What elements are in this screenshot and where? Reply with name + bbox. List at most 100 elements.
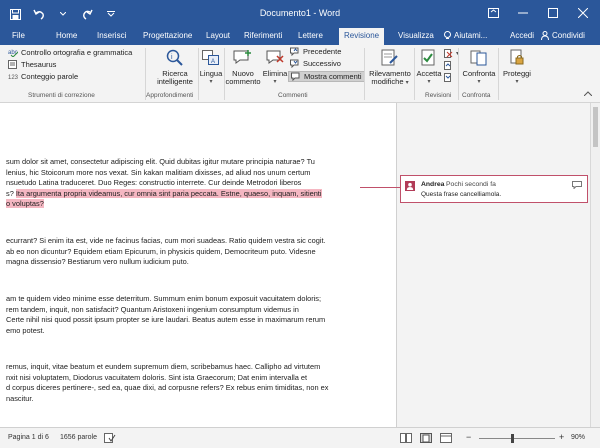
avatar xyxy=(405,181,415,191)
share-button[interactable]: Condividi xyxy=(541,31,585,40)
tab-review[interactable]: Revisione xyxy=(339,28,385,45)
tab-design[interactable]: Progettazione xyxy=(143,31,192,40)
comment-timestamp: Pochi secondi fa xyxy=(446,181,496,188)
tab-view[interactable]: Visualizza xyxy=(398,31,434,40)
accept-icon xyxy=(418,48,440,68)
tab-insert[interactable]: Inserisci xyxy=(97,31,126,40)
smart-lookup-label-2: intelligente xyxy=(157,77,193,86)
svg-text:123: 123 xyxy=(8,75,18,81)
person-icon xyxy=(541,31,549,40)
tab-mailings[interactable]: Lettere xyxy=(298,31,323,40)
comment-balloon[interactable]: Andrea Pochi secondi fa Questa frase can… xyxy=(400,175,588,203)
delete-comment-icon xyxy=(264,48,286,68)
title-bar: Documento1 - Word xyxy=(0,0,600,28)
text-line: ecurrant? Si enim ita est, vide ne facin… xyxy=(6,236,326,245)
maximize-icon[interactable] xyxy=(546,6,560,20)
next-comment-icon xyxy=(290,59,299,68)
reject-icon xyxy=(444,49,453,58)
comment-connector-line xyxy=(360,187,400,188)
track-changes-button[interactable]: Rilevamento modifiche ▾ xyxy=(366,48,414,87)
new-comment-button[interactable]: Nuovo commento xyxy=(226,48,261,86)
sign-in-link[interactable]: Accedi xyxy=(510,31,534,40)
thesaurus-label: Thesaurus xyxy=(21,60,57,69)
close-icon[interactable] xyxy=(576,6,590,20)
spelling-check-icon: abc xyxy=(8,50,18,57)
status-bar: Pagina 1 di 6 1656 parole − + 90% xyxy=(0,427,600,448)
paragraph-2[interactable]: ecurrant? Si enim ita est, vide ne facin… xyxy=(6,236,398,268)
group-separator xyxy=(498,48,499,100)
chevron-down-icon: ▾ xyxy=(427,79,431,85)
next-change-button[interactable] xyxy=(444,73,453,82)
chevron-down-icon: ▾ xyxy=(515,79,519,85)
page-indicator[interactable]: Pagina 1 di 6 xyxy=(8,434,49,441)
text-line: ab eo non dicuntur? Equidem etiam Epicur… xyxy=(6,246,316,256)
zoom-out-button[interactable]: − xyxy=(466,432,471,442)
previous-change-icon xyxy=(444,61,451,70)
next-change-icon xyxy=(444,73,451,82)
accept-label: Accetta xyxy=(416,69,442,78)
collapse-ribbon-button[interactable] xyxy=(584,91,592,96)
markup-pane xyxy=(396,103,590,427)
accept-button[interactable]: Accetta ▾ xyxy=(416,48,442,86)
tab-file[interactable]: File xyxy=(12,31,25,40)
text-line: o voluptas? xyxy=(6,199,398,210)
group-separator xyxy=(414,48,415,100)
word-count-button[interactable]: 123 Conteggio parole xyxy=(8,72,78,81)
compare-button[interactable]: Confronta ▾ xyxy=(460,48,498,86)
previous-change-button[interactable] xyxy=(444,61,453,70)
language-label: Lingua xyxy=(199,69,223,78)
paragraph-4[interactable]: remus, inquit, vitae beatum et eundem su… xyxy=(6,362,398,404)
smart-lookup-icon: i xyxy=(164,48,186,68)
tell-me-box[interactable]: Aiutami... xyxy=(444,31,487,40)
comment-text[interactable]: Questa frase cancelliamola. xyxy=(421,191,501,198)
next-comment-button[interactable]: Successivo xyxy=(290,59,341,68)
paragraph-3[interactable]: am te quidem video minime esse deterritu… xyxy=(6,294,398,336)
chevron-down-icon: ▾ xyxy=(477,79,481,85)
ribbon-display-options-icon[interactable] xyxy=(486,6,500,20)
group-separator xyxy=(364,48,365,100)
print-layout-icon[interactable] xyxy=(420,433,432,445)
protect-button[interactable]: Proteggi ▾ xyxy=(500,48,534,86)
new-comment-icon xyxy=(232,48,254,68)
tab-layout[interactable]: Layout xyxy=(206,31,230,40)
chevron-down-icon: ▾ xyxy=(273,79,277,85)
spelling-grammar-button[interactable]: abc Controllo ortografia e grammatica xyxy=(8,48,132,57)
smart-lookup-button[interactable]: i Ricerca intelligente xyxy=(153,48,197,86)
zoom-level[interactable]: 90% xyxy=(571,434,585,441)
track-changes-label-2: modifiche ▾ xyxy=(371,77,409,87)
commented-text[interactable]: o voluptas? xyxy=(6,199,44,208)
text-line: Certe nihil nisi quod possit ipsum propt… xyxy=(6,315,326,324)
word-count-label: Conteggio parole xyxy=(21,72,79,81)
lightbulb-icon xyxy=(444,31,451,39)
paragraph-1[interactable]: sum dolor sit amet, consectetur adipisci… xyxy=(6,157,398,210)
word-count-indicator[interactable]: 1656 parole xyxy=(60,434,97,441)
commented-text[interactable]: Ita argumenta propria videamus, cur omni… xyxy=(15,188,322,198)
text-line: emo potest. xyxy=(6,325,45,335)
scrollbar-thumb[interactable] xyxy=(593,107,598,147)
reply-icon[interactable] xyxy=(572,181,582,189)
web-layout-icon[interactable] xyxy=(440,433,452,445)
zoom-in-button[interactable]: + xyxy=(559,432,564,442)
chevron-down-icon: ▾ xyxy=(209,79,213,85)
tab-home[interactable]: Home xyxy=(56,31,77,40)
zoom-slider-thumb[interactable] xyxy=(511,434,515,443)
reject-button[interactable]: ▾ xyxy=(444,49,459,58)
previous-comment-button[interactable]: Precedente xyxy=(290,47,341,56)
show-comments-button[interactable]: Mostra commenti xyxy=(288,71,365,82)
svg-text:A: A xyxy=(211,59,215,65)
minimize-icon[interactable] xyxy=(516,6,530,20)
vertical-scrollbar[interactable] xyxy=(590,103,600,427)
document-area[interactable]: sum dolor sit amet, consectetur adipisci… xyxy=(0,103,590,427)
thesaurus-button[interactable]: Thesaurus xyxy=(8,60,56,69)
zoom-slider[interactable] xyxy=(479,438,555,439)
read-mode-icon[interactable] xyxy=(400,433,412,445)
show-comments-label: Mostra commenti xyxy=(304,72,362,81)
changes-group-label: Revisioni xyxy=(425,92,452,99)
tab-references[interactable]: Riferimenti xyxy=(244,31,282,40)
delete-comment-button[interactable]: Elimina ▾ xyxy=(261,48,289,86)
svg-text:i: i xyxy=(171,54,173,61)
text-line: nsuetudo Latina traduceret. Duo Reges: c… xyxy=(6,178,302,187)
proofing-status-icon[interactable] xyxy=(104,433,116,445)
delete-comment-label: Elimina xyxy=(262,69,288,78)
language-button[interactable]: A Lingua ▾ xyxy=(199,48,223,86)
